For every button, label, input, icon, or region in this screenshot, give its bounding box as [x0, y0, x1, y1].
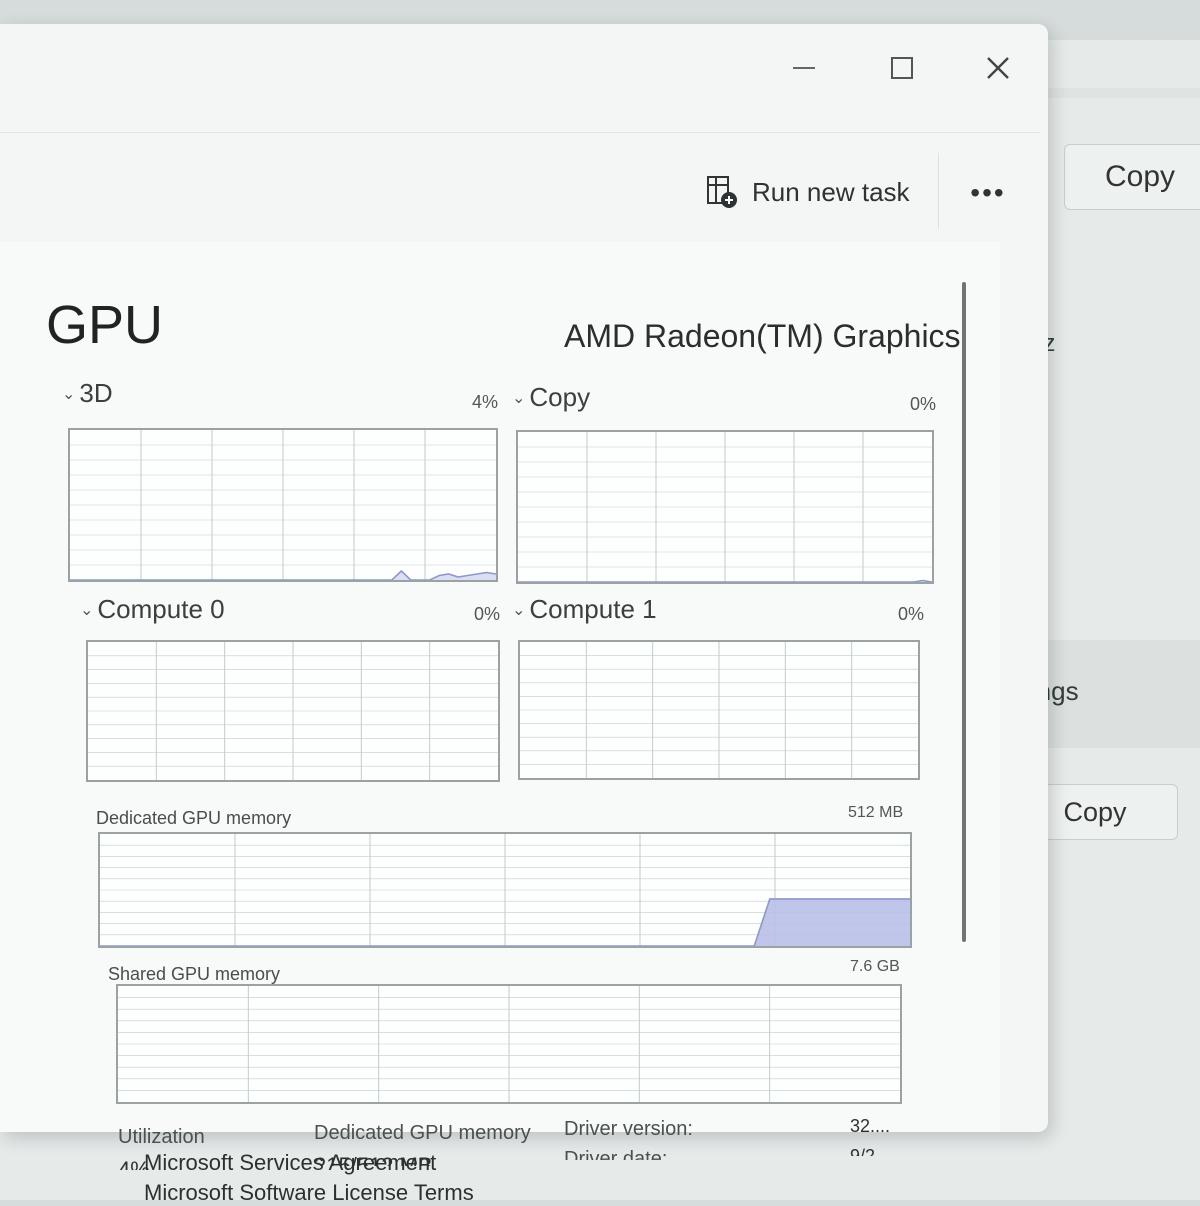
scrollbar[interactable] — [962, 282, 966, 942]
more-options-button[interactable]: ••• — [960, 173, 1016, 213]
run-task-icon — [707, 176, 737, 208]
engine-percent: 4% — [472, 392, 499, 412]
driver-date-value: 9/2... — [850, 1146, 891, 1156]
driver-version-value: 32.... — [850, 1116, 891, 1136]
close-icon — [987, 57, 1009, 79]
engine-graph-3d — [68, 428, 498, 582]
toolbar: Run new task ••• — [0, 132, 1040, 243]
graph-canvas — [118, 986, 900, 1102]
dedicated-stat-label: Dedicated GPU memory — [314, 1122, 531, 1144]
run-new-task-button[interactable]: Run new task — [706, 169, 910, 215]
gpu-performance-panel: GPU AMD Radeon(TM) Graphics ⌄ 3D 4% ⌄ Co… — [0, 242, 1000, 1170]
engine-selector-copy[interactable]: ⌄ Copy — [512, 382, 590, 413]
engine-label: Compute 0 — [97, 594, 225, 624]
graph-canvas — [100, 834, 910, 946]
dedicated-memory-max: 512 MB — [848, 804, 904, 821]
background-band — [1040, 88, 1200, 98]
toolbar-divider — [938, 153, 939, 229]
close-button[interactable] — [968, 38, 1028, 98]
engine-selector-3d[interactable]: ⌄ 3D — [62, 378, 113, 409]
engine-label: 3D — [79, 378, 113, 408]
gpu-model-name: AMD Radeon(TM) Graphics — [564, 318, 961, 354]
engine-graph-copy — [516, 430, 934, 584]
license-terms-link[interactable]: Microsoft Software License Terms — [144, 1180, 474, 1206]
engine-label: Copy — [529, 382, 591, 412]
engine-selector-compute-0[interactable]: ⌄ Compute 0 — [80, 594, 225, 625]
title-bar[interactable] — [0, 24, 1048, 132]
engine-graph-compute-0 — [86, 640, 500, 782]
chevron-down-icon: ⌄ — [80, 601, 94, 619]
utilization-label: Utilization — [118, 1126, 205, 1148]
dedicated-memory-graph — [98, 832, 912, 948]
minimize-icon — [793, 67, 815, 69]
engine-graph-compute-1 — [518, 640, 920, 780]
maximize-button[interactable] — [872, 38, 932, 98]
chevron-down-icon: ⌄ — [512, 601, 526, 619]
copy-button[interactable]: Copy — [1064, 144, 1200, 210]
shared-memory-label: Shared GPU memory — [108, 964, 281, 984]
graph-canvas — [518, 432, 932, 582]
engine-percent: 0% — [910, 394, 937, 414]
engine-label: Compute 1 — [529, 594, 657, 624]
graph-canvas — [520, 642, 918, 778]
minimize-button[interactable] — [774, 38, 834, 98]
driver-version-label: Driver version: — [564, 1118, 693, 1140]
dedicated-memory-label: Dedicated GPU memory — [96, 808, 292, 828]
engine-selector-compute-1[interactable]: ⌄ Compute 1 — [512, 594, 657, 625]
dedicated-stat-value: 215/512 MB — [314, 1153, 433, 1166]
engine-percent: 0% — [474, 604, 501, 624]
utilization-value: 4% — [118, 1157, 150, 1170]
run-new-task-label: Run new task — [752, 176, 910, 207]
driver-date-label: Driver date: — [564, 1148, 668, 1160]
shared-memory-graph — [116, 984, 902, 1104]
chevron-down-icon: ⌄ — [62, 385, 76, 403]
task-manager-window: Run new task ••• GPU AMD Radeon(TM) Grap… — [0, 24, 1048, 1170]
maximize-icon — [891, 57, 913, 79]
chevron-down-icon: ⌄ — [512, 389, 526, 407]
shared-memory-max: 7.6 GB — [850, 958, 900, 975]
graph-canvas — [88, 642, 498, 780]
engine-percent: 0% — [898, 604, 925, 624]
graph-canvas — [70, 430, 496, 580]
page-title: GPU — [46, 295, 164, 355]
